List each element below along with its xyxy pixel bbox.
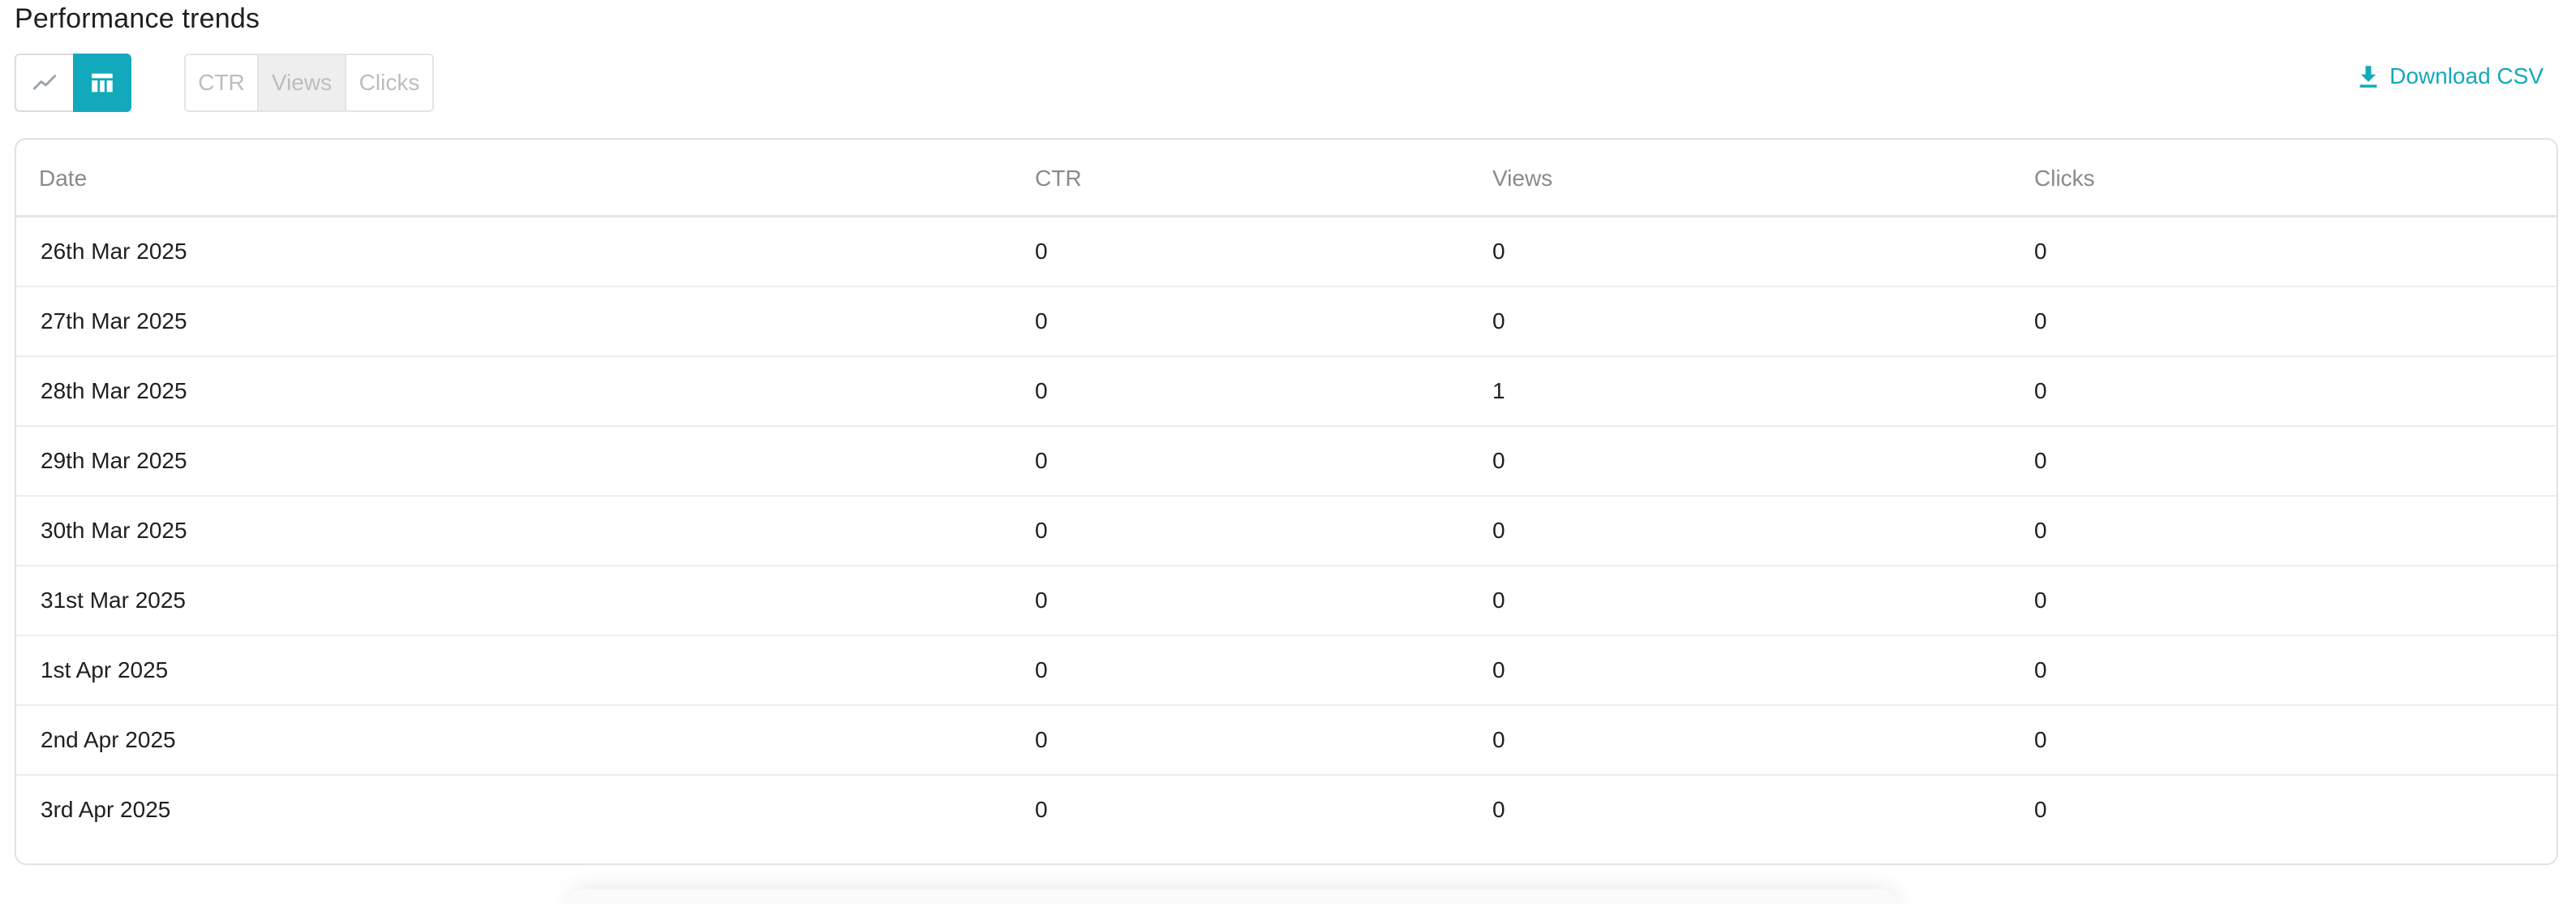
cell-views: 0	[1492, 239, 1505, 264]
table-row: 1st Apr 2025 0 0 0	[16, 636, 2557, 706]
table-row: 29th Mar 2025 0 0 0	[16, 427, 2557, 497]
table-row: 2nd Apr 2025 0 0 0	[16, 706, 2557, 776]
cell-clicks: 0	[2034, 727, 2047, 752]
cell-date: 30th Mar 2025	[41, 518, 187, 543]
cell-ctr: 0	[1035, 378, 1048, 403]
download-csv-button[interactable]: Download CSV	[2357, 63, 2544, 89]
cell-views: 0	[1492, 308, 1505, 334]
metric-ctr-button[interactable]: CTR	[186, 55, 259, 110]
cell-date: 27th Mar 2025	[41, 308, 187, 334]
cell-date: 3rd Apr 2025	[41, 797, 171, 822]
table-header: Date CTR Views Clicks	[16, 140, 2557, 217]
cell-clicks: 0	[2034, 588, 2047, 613]
cell-date: 29th Mar 2025	[41, 448, 187, 473]
cell-clicks: 0	[2034, 448, 2047, 473]
cell-views: 0	[1492, 518, 1505, 543]
table-row: 30th Mar 2025 0 0 0	[16, 497, 2557, 566]
cell-views: 0	[1492, 797, 1505, 822]
column-header-ctr[interactable]: CTR	[1035, 166, 1082, 192]
table-row: 27th Mar 2025 0 0 0	[16, 287, 2557, 357]
cell-date: 26th Mar 2025	[41, 239, 187, 264]
cell-ctr: 0	[1035, 657, 1048, 682]
cell-views: 0	[1492, 727, 1505, 752]
chart-view-button[interactable]	[15, 54, 73, 112]
cell-views: 0	[1492, 588, 1505, 613]
download-icon	[2359, 66, 2377, 88]
line-chart-icon	[32, 75, 57, 90]
metric-views-button[interactable]: Views	[259, 55, 346, 110]
cell-clicks: 0	[2034, 797, 2047, 822]
cell-clicks: 0	[2034, 308, 2047, 334]
table-view-button[interactable]	[73, 54, 131, 112]
cell-ctr: 0	[1035, 308, 1048, 334]
column-header-date[interactable]: Date	[39, 166, 87, 192]
cell-date: 1st Apr 2025	[41, 657, 169, 682]
cell-ctr: 0	[1035, 797, 1048, 822]
table-icon	[92, 73, 113, 93]
cell-ctr: 0	[1035, 518, 1048, 543]
bottom-panel-edge	[568, 889, 1898, 904]
table-row: 3rd Apr 2025 0 0 0	[16, 776, 2557, 846]
data-table: Date CTR Views Clicks 26th Mar 2025 0 0 …	[15, 138, 2558, 865]
table-row: 28th Mar 2025 0 1 0	[16, 357, 2557, 427]
cell-views: 0	[1492, 657, 1505, 682]
cell-clicks: 0	[2034, 239, 2047, 264]
cell-views: 0	[1492, 448, 1505, 473]
cell-ctr: 0	[1035, 588, 1048, 613]
cell-date: 31st Mar 2025	[41, 588, 186, 613]
cell-ctr: 0	[1035, 448, 1048, 473]
metric-clicks-button[interactable]: Clicks	[346, 55, 432, 110]
cell-clicks: 0	[2034, 518, 2047, 543]
cell-clicks: 0	[2034, 378, 2047, 403]
column-header-views[interactable]: Views	[1492, 166, 1552, 192]
metric-toggle: CTR Views Clicks	[184, 54, 434, 112]
download-csv-label: Download CSV	[2389, 63, 2544, 88]
view-toggle	[15, 54, 131, 112]
cell-date: 28th Mar 2025	[41, 378, 187, 403]
column-header-clicks[interactable]: Clicks	[2034, 166, 2095, 192]
table-row: 26th Mar 2025 0 0 0	[16, 217, 2557, 287]
cell-date: 2nd Apr 2025	[41, 727, 176, 752]
table-row: 31st Mar 2025 0 0 0	[16, 566, 2557, 636]
cell-ctr: 0	[1035, 727, 1048, 752]
cell-ctr: 0	[1035, 239, 1048, 264]
page-title: Performance trends	[15, 3, 260, 34]
cell-clicks: 0	[2034, 657, 2047, 682]
cell-views: 1	[1492, 378, 1505, 403]
performance-trends-panel: Performance trends CTR Views Clicks Down…	[0, 0, 2576, 904]
